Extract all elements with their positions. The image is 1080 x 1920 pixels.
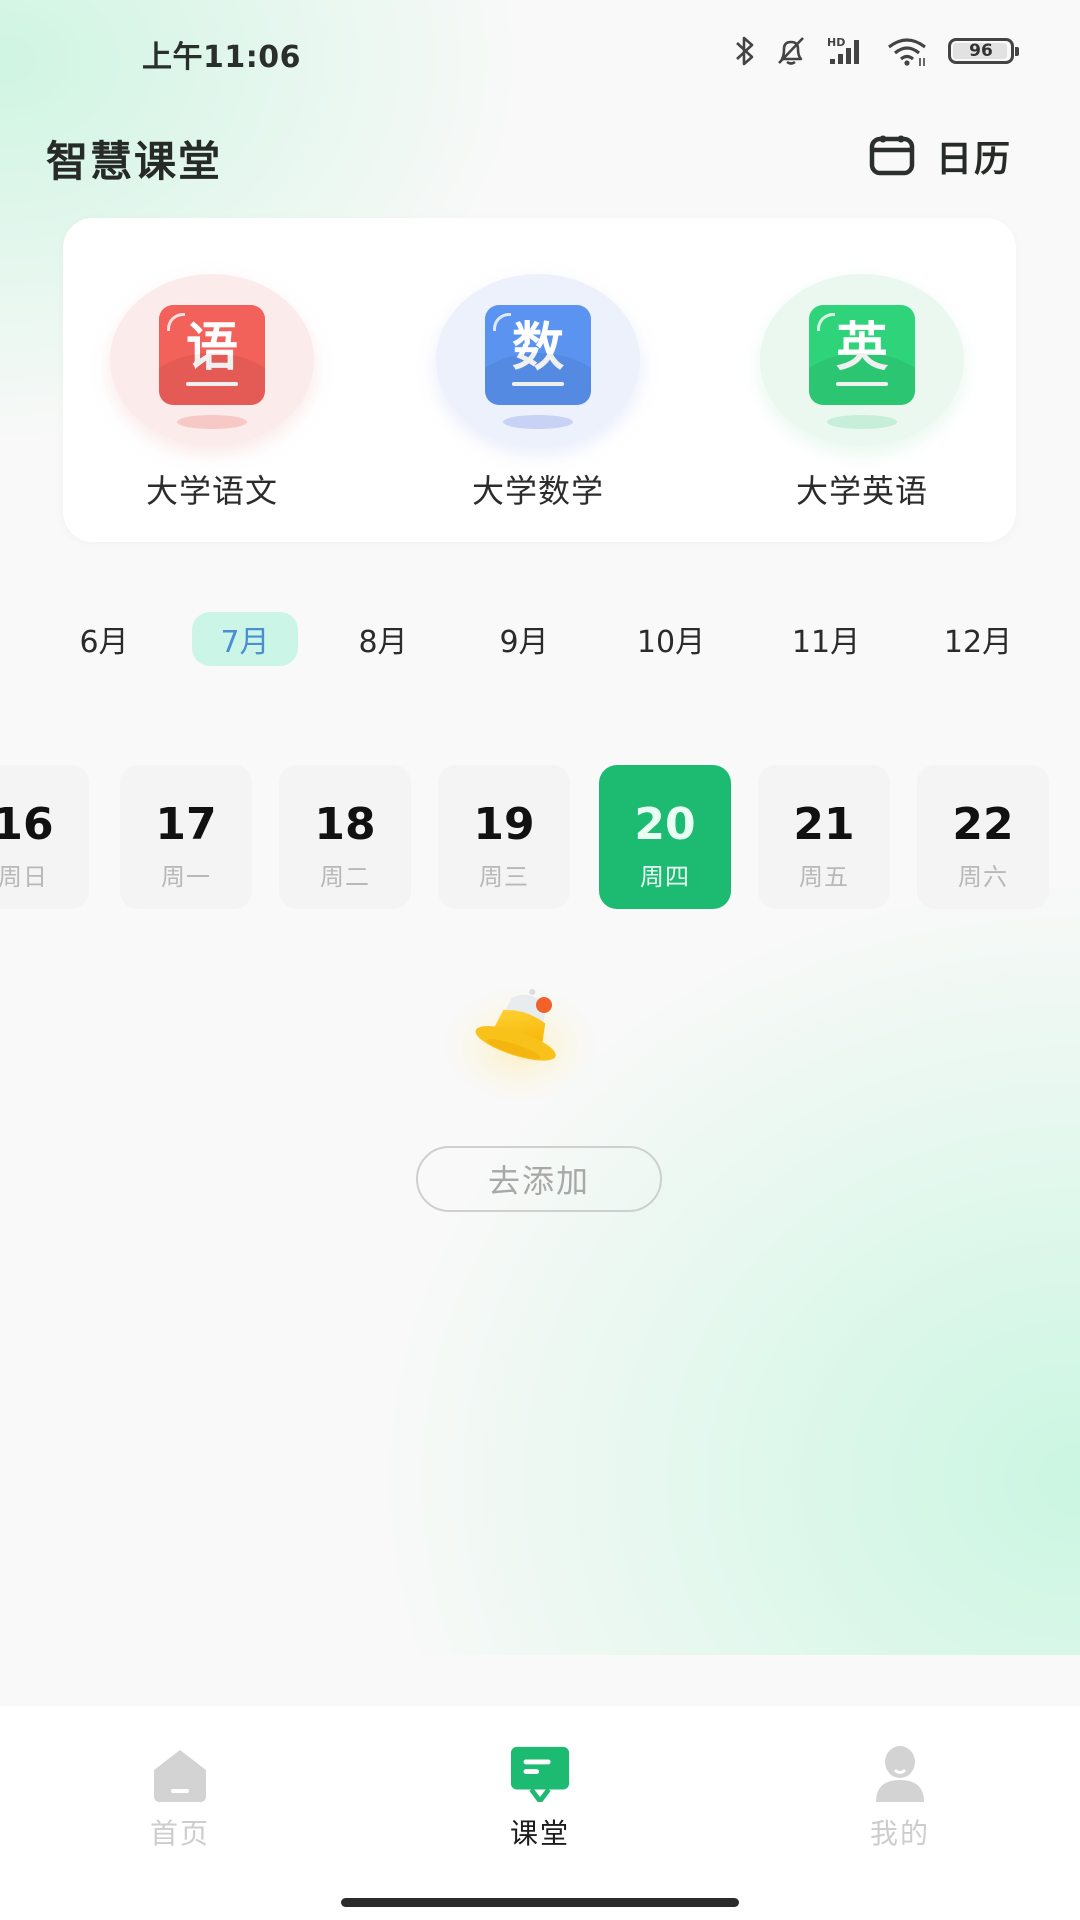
- subject-shadow: [827, 415, 897, 429]
- date-weekday: 周六: [958, 863, 1008, 891]
- nav-label: 课堂: [509, 1817, 570, 1850]
- status-time: 上午11:06: [142, 40, 301, 75]
- date-day: 17: [155, 799, 217, 850]
- subject-item-english[interactable]: 英 大学英语: [732, 218, 992, 542]
- english-book-icon: 英: [809, 305, 915, 405]
- calendar-icon: [868, 132, 916, 180]
- month-tabs: 6月 7月 8月 9月 10月 11月 12月: [0, 612, 1080, 670]
- month-tab[interactable]: 11月: [773, 612, 879, 666]
- calendar-button[interactable]: 日历: [868, 130, 1012, 182]
- bluetooth-icon: [734, 34, 756, 68]
- date-chip[interactable]: 18 周二: [279, 765, 411, 909]
- date-chip[interactable]: 16 周日: [0, 765, 89, 909]
- subject-item-math[interactable]: 数 大学数学: [408, 218, 668, 542]
- nav-label: 首页: [149, 1817, 210, 1850]
- date-day: 18: [314, 799, 376, 850]
- subject-item-chinese[interactable]: 语 大学语文: [82, 218, 342, 542]
- date-weekday: 周日: [0, 863, 48, 891]
- home-icon: [150, 1746, 210, 1802]
- date-day: 16: [0, 799, 54, 850]
- date-chip[interactable]: 20 周四: [599, 765, 731, 909]
- bell-illustration: [440, 960, 600, 1100]
- month-tab[interactable]: 8月: [330, 612, 436, 666]
- subject-card: 语 大学语文 数 大学数学 英 大学英语: [63, 218, 1016, 542]
- date-day: 22: [952, 799, 1014, 850]
- chinese-book-icon: 语: [159, 305, 265, 405]
- date-chip[interactable]: 21 周五: [758, 765, 890, 909]
- bottom-nav: 首页 课堂 我的: [0, 1706, 1080, 1920]
- date-weekday: 周五: [799, 863, 849, 891]
- nav-item-profile[interactable]: 我的: [800, 1746, 1000, 1876]
- add-course-button[interactable]: 去添加: [416, 1146, 662, 1212]
- header: 智慧课堂 日历: [0, 110, 1080, 194]
- month-tab[interactable]: 6月: [51, 612, 157, 666]
- nav-item-classroom[interactable]: 课堂: [440, 1746, 640, 1876]
- date-chip[interactable]: 22 周六: [917, 765, 1049, 909]
- month-tab[interactable]: 12月: [925, 612, 1031, 666]
- date-weekday: 周一: [161, 863, 211, 891]
- home-indicator[interactable]: [341, 1898, 739, 1907]
- hd-signal-icon: HD: [826, 34, 868, 68]
- math-book-icon: 数: [485, 305, 591, 405]
- subject-shadow: [503, 415, 573, 429]
- month-tab[interactable]: 9月: [471, 612, 577, 666]
- classroom-icon: [510, 1746, 570, 1802]
- subject-label: 大学英语: [795, 472, 928, 510]
- battery-icon: 96: [948, 38, 1019, 64]
- calendar-label: 日历: [935, 139, 1012, 180]
- status-icons: HD 96: [734, 34, 1019, 68]
- date-day: 20: [634, 799, 696, 850]
- subject-label: 大学语文: [145, 472, 278, 510]
- date-weekday: 周三: [479, 863, 529, 891]
- profile-icon: [870, 1746, 930, 1802]
- date-day: 19: [473, 799, 535, 850]
- page-title: 智慧课堂: [46, 137, 223, 186]
- date-chip[interactable]: 17 周一: [120, 765, 252, 909]
- nav-item-home[interactable]: 首页: [80, 1746, 280, 1876]
- battery-level: 96: [969, 41, 993, 61]
- date-weekday: 周二: [320, 863, 370, 891]
- date-weekday: 周四: [640, 863, 690, 891]
- date-strip[interactable]: 16 周日 17 周一 18 周二 19 周三 20 周四 21 周五 22 周…: [0, 765, 1080, 909]
- svg-text:HD: HD: [827, 36, 845, 49]
- nav-label: 我的: [869, 1817, 930, 1850]
- subject-shadow: [177, 415, 247, 429]
- date-day: 21: [793, 799, 855, 850]
- bell-muted-icon: [774, 34, 808, 68]
- month-tab[interactable]: 7月: [192, 612, 298, 666]
- month-tab[interactable]: 10月: [618, 612, 724, 666]
- wifi-icon: [886, 34, 930, 68]
- subject-label: 大学数学: [471, 472, 604, 510]
- status-bar: 上午11:06 HD 96: [0, 0, 1080, 100]
- date-chip[interactable]: 19 周三: [438, 765, 570, 909]
